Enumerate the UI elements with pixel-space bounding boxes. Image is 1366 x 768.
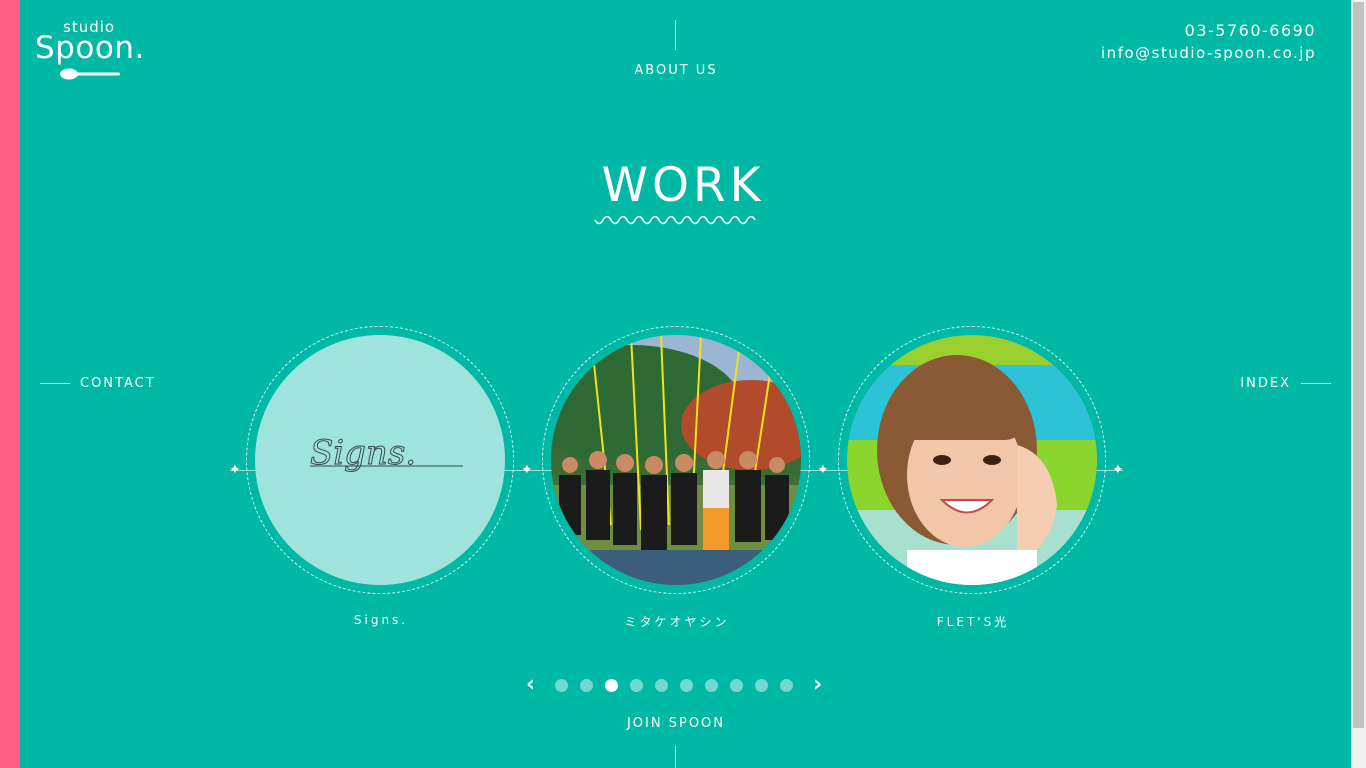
pager-dot-4[interactable]: [630, 678, 644, 692]
diamond-node-icon: ✦: [817, 462, 829, 478]
studio-spoon-logo[interactable]: studio Spoon.: [35, 18, 155, 84]
signs-disc-text: Signs.: [310, 433, 416, 473]
work-caption: ミタケオヤシン: [624, 615, 730, 629]
index-label: INDEX: [1240, 376, 1291, 391]
pager-dot-3[interactable]: [605, 678, 619, 692]
diamond-node-icon: ✦: [521, 462, 533, 478]
pager-dot-9[interactable]: [755, 678, 769, 692]
join-divider-line: [675, 746, 676, 768]
pager-dot-6[interactable]: [680, 678, 694, 692]
title-wave-underline: [594, 216, 756, 225]
chevron-left-icon[interactable]: ‹: [526, 674, 535, 696]
page-scrollbar[interactable]: [1351, 0, 1366, 768]
work-caption: FLET'S光: [936, 615, 1010, 629]
index-nav-link[interactable]: INDEX: [1240, 376, 1331, 391]
contact-info: 03-5760-6690 info@studio-spoon.co.jp: [1101, 20, 1316, 64]
pager-dot-7[interactable]: [705, 678, 719, 692]
about-divider-line: [675, 20, 676, 50]
pager-dot-1[interactable]: [555, 678, 569, 692]
work-thumbnail[interactable]: [551, 335, 801, 585]
carousel-pager: ‹ ›: [526, 674, 822, 696]
diamond-node-icon: ✦: [229, 462, 241, 478]
pager-dot-10[interactable]: [780, 678, 794, 692]
index-line: [1301, 383, 1331, 384]
pager-dot-8[interactable]: [730, 678, 744, 692]
about-us-link[interactable]: ABOUT US: [616, 63, 736, 78]
phone-number[interactable]: 03-5760-6690: [1101, 20, 1316, 42]
contact-nav-link[interactable]: CONTACT: [40, 376, 156, 391]
work-caption: Signs.: [353, 613, 409, 627]
group-photo-illustration: [551, 335, 801, 585]
pager-dot-2[interactable]: [580, 678, 594, 692]
contact-line: [40, 383, 70, 384]
page-title: WORK: [601, 158, 765, 213]
contact-label: CONTACT: [80, 376, 156, 391]
logo-main-text: Spoon.: [35, 30, 145, 66]
work-thumbnail[interactable]: [847, 335, 1097, 585]
woman-photo-illustration: [877, 355, 1057, 585]
diamond-node-icon: ✦: [1112, 462, 1124, 478]
scrollbar-thumb[interactable]: [1353, 2, 1364, 728]
join-spoon-link[interactable]: JOIN SPOON: [596, 716, 756, 731]
accent-side-bar: [0, 0, 20, 768]
spoon-icon: [60, 68, 120, 80]
pager-dot-5[interactable]: [655, 678, 669, 692]
signs-logo-art: Signs.: [310, 433, 463, 474]
email-address[interactable]: info@studio-spoon.co.jp: [1101, 42, 1316, 64]
work-thumbnail[interactable]: Signs.: [255, 335, 505, 585]
chevron-right-icon[interactable]: ›: [813, 674, 822, 696]
